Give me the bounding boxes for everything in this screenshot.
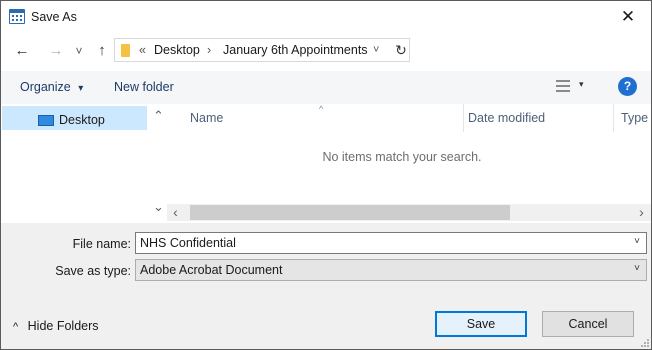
- up-arrow-icon[interactable]: ↑: [91, 40, 113, 62]
- close-button[interactable]: ✕: [605, 1, 651, 33]
- file-name-label: File name:: [72, 237, 131, 251]
- column-divider[interactable]: [463, 104, 464, 132]
- recent-locations-chevron-icon[interactable]: ˅: [71, 40, 87, 62]
- resize-grip-icon[interactable]: [641, 339, 649, 347]
- back-arrow-icon[interactable]: ←: [11, 40, 33, 62]
- new-folder-button[interactable]: New folder: [114, 80, 174, 94]
- sidebar-item-desktop[interactable]: Desktop: [2, 106, 147, 130]
- column-header-date-modified[interactable]: Date modified: [468, 111, 545, 125]
- scrollbar-thumb[interactable]: [190, 205, 510, 220]
- navigation-pane: Desktop: [1, 104, 167, 223]
- sort-ascending-icon: ^: [319, 104, 324, 114]
- title-bar: Save As ✕: [1, 1, 651, 33]
- scroll-left-icon[interactable]: ‹: [167, 205, 184, 219]
- refresh-icon[interactable]: ↻: [391, 38, 411, 62]
- scroll-up-icon[interactable]: ⌃: [150, 108, 167, 124]
- forward-arrow-icon[interactable]: →: [45, 40, 67, 62]
- window-title: Save As: [31, 10, 77, 24]
- save-as-dialog: Save As ✕ ← → ˅ ↑ « Desktop › January 6t…: [0, 0, 652, 350]
- calendar-app-icon: [9, 9, 25, 24]
- command-bar: Organize ▾ New folder: [1, 71, 651, 104]
- cancel-button[interactable]: Cancel: [542, 311, 634, 337]
- organize-caret-icon: ▾: [78, 83, 84, 94]
- help-icon[interactable]: ?: [618, 77, 637, 96]
- view-options-caret-icon[interactable]: ▾: [579, 79, 584, 90]
- sidebar-item-label: Desktop: [59, 113, 105, 127]
- desktop-icon: [38, 115, 54, 126]
- address-bar[interactable]: « Desktop › January 6th Appointments ˅: [114, 38, 410, 62]
- view-options-icon[interactable]: [556, 80, 570, 92]
- empty-folder-message: No items match your search.: [322, 150, 482, 164]
- file-list-horizontal-scrollbar[interactable]: ‹ ›: [167, 204, 651, 221]
- hide-folders-label: Hide Folders: [27, 319, 99, 333]
- file-name-input[interactable]: NHS Confidential ˅: [135, 232, 647, 254]
- save-as-type-dropdown-icon[interactable]: ˅: [634, 263, 640, 274]
- navigation-pane-scrollbar[interactable]: ⌃ ⌄: [150, 104, 167, 223]
- breadcrumb-separator-icon: ›: [207, 43, 212, 57]
- save-as-type-select[interactable]: Adobe Acrobat Document ˅: [135, 259, 647, 281]
- column-header-name[interactable]: Name: [190, 111, 223, 125]
- organize-label: Organize: [20, 80, 71, 94]
- file-name-dropdown-icon[interactable]: ˅: [634, 236, 640, 247]
- collapse-chevron-icon: ^: [13, 321, 19, 333]
- folder-icon: [121, 44, 130, 57]
- scroll-down-icon[interactable]: ⌄: [150, 199, 167, 215]
- column-header-type[interactable]: Type: [621, 111, 648, 125]
- save-as-type-label: Save as type:: [55, 264, 131, 278]
- scroll-right-icon[interactable]: ›: [633, 205, 650, 219]
- address-dropdown-icon[interactable]: ˅: [373, 44, 379, 56]
- breadcrumb-overflow-icon[interactable]: «: [139, 43, 146, 57]
- organize-button[interactable]: Organize ▾: [20, 80, 83, 94]
- breadcrumb-current-folder[interactable]: January 6th Appointments: [223, 43, 368, 57]
- save-button[interactable]: Save: [435, 311, 527, 337]
- file-name-value: NHS Confidential: [140, 236, 236, 250]
- save-as-type-value: Adobe Acrobat Document: [140, 263, 283, 277]
- column-divider[interactable]: [613, 104, 614, 132]
- breadcrumb-desktop[interactable]: Desktop: [154, 43, 200, 57]
- hide-folders-button[interactable]: ^ Hide Folders: [13, 319, 99, 333]
